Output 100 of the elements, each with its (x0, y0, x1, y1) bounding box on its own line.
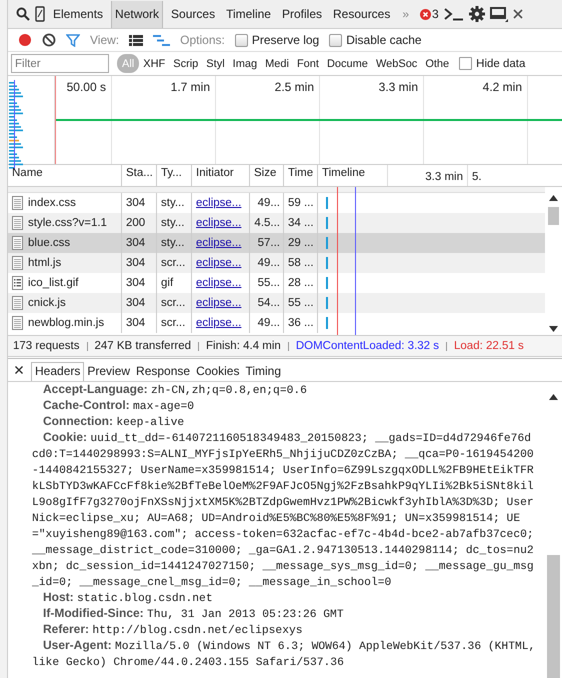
clear-icon[interactable] (42, 33, 56, 47)
close-icon[interactable] (15, 366, 23, 374)
request-time: 36 ... (288, 317, 314, 329)
status-code: 304 (126, 297, 146, 309)
error-count[interactable]: 3 (432, 7, 439, 21)
checkbox[interactable] (329, 34, 342, 46)
resource-type: scr... (161, 297, 186, 309)
column-header[interactable]: Time (284, 165, 318, 186)
request-time: 59 ... (288, 197, 314, 209)
file-icon (12, 256, 23, 270)
column-header[interactable]: Size (250, 165, 284, 186)
checkbox[interactable] (234, 34, 248, 46)
file-name: cnick.js (28, 297, 66, 309)
file-icon (12, 236, 23, 250)
file-name: newblog.min.js (28, 317, 104, 329)
scrollbar-thumb[interactable] (547, 555, 560, 678)
initiator-link[interactable]: eclipse... (196, 297, 242, 309)
detail-tab[interactable]: Preview (84, 362, 134, 381)
initiator-link[interactable]: eclipse... (196, 237, 242, 249)
time-tick: 3.3 min (378, 80, 418, 94)
panel-tab[interactable]: Network (111, 0, 164, 28)
list-view-icon[interactable] (129, 34, 144, 46)
panel-tab[interactable]: Timeline (223, 0, 274, 28)
header-line: Connection: keep-alive (42, 414, 186, 430)
panel-tab[interactable]: Sources (168, 0, 218, 28)
request-row[interactable]: html.js 304 scr... eclipse... 49... 58 ... (8, 253, 545, 273)
file-icon (12, 216, 23, 230)
request-time: 28 ... (288, 277, 314, 289)
column-header[interactable]: Timeline (318, 165, 388, 186)
status-code: 304 (126, 257, 146, 269)
status-text: DOMContentLoaded: 3.32 s (296, 340, 440, 352)
scrollbar-thumb[interactable] (548, 207, 559, 225)
view-label: View: (90, 33, 120, 47)
resource-size: 55... (258, 277, 280, 289)
record-icon[interactable] (18, 33, 32, 47)
column-header[interactable]: Ty... (157, 165, 192, 186)
detail-tab[interactable]: Headers (31, 362, 84, 381)
type-filter[interactable]: Scrip (169, 54, 202, 73)
settings-icon[interactable] (468, 6, 485, 22)
options-label: Options: (180, 33, 225, 47)
filter-field[interactable]: Filter (11, 54, 109, 73)
type-filter[interactable]: WebSoc (372, 54, 422, 73)
dock-icon[interactable] (490, 6, 508, 22)
waterfall-view-icon[interactable] (153, 34, 170, 46)
checkbox-label: Hide data (476, 58, 526, 70)
status-text: Load: 22.51 s (454, 340, 524, 352)
scroll-up-icon[interactable] (549, 394, 558, 400)
column-header[interactable]: Sta... (122, 165, 157, 186)
panel-tab[interactable]: Elements (50, 0, 106, 28)
type-filter[interactable]: Docume (322, 54, 372, 73)
resource-size: 57... (258, 237, 280, 249)
type-filter[interactable]: Styl (202, 54, 229, 73)
detail-tab[interactable]: Cookies (193, 362, 242, 381)
type-filter[interactable]: Medi (261, 54, 293, 73)
type-filter[interactable]: XHF (139, 54, 170, 73)
resource-type: scr... (161, 317, 186, 329)
initiator-link[interactable]: eclipse... (196, 197, 242, 209)
checkbox-label: Preserve log (252, 33, 320, 47)
initiator-link[interactable]: eclipse... (196, 317, 242, 329)
status-code: 304 (126, 237, 146, 249)
resource-size: 49... (258, 257, 280, 269)
initiator-link[interactable]: eclipse... (196, 277, 242, 289)
file-name: blue.css (28, 237, 70, 249)
header-line: Cache-Control: max-age=0 (42, 398, 196, 414)
resource-size: 49... (258, 197, 280, 209)
mobile-device-icon[interactable] (35, 6, 45, 22)
detail-tab[interactable]: Response (133, 362, 194, 381)
request-time: 58 ... (288, 257, 314, 269)
detail-tab[interactable]: Timing (242, 362, 284, 381)
close-icon[interactable] (512, 9, 523, 19)
type-filter[interactable]: Imag (228, 54, 262, 73)
time-tick: 1.7 min (170, 80, 210, 94)
type-filter[interactable]: Font (292, 54, 323, 73)
search-icon[interactable] (16, 7, 30, 21)
status-text: Finish: 4.4 min (206, 340, 281, 352)
console-icon[interactable] (444, 7, 464, 21)
panel-tab[interactable]: Resources (330, 0, 394, 28)
header-line: Accept-Language: zh-CN,zh;q=0.8,en;q=0.6 (42, 382, 308, 398)
time-tick: 2.5 min (274, 80, 314, 94)
status-code: 304 (126, 197, 146, 209)
request-row[interactable]: style.css?v=1.1 200 sty... eclipse... 4.5... 34 ... (8, 213, 545, 233)
file-name: style.css?v=1.1 (28, 217, 107, 229)
checkbox-label: Disable cache (346, 33, 422, 47)
request-row[interactable]: blue.css 304 sty... eclipse... 57... 29 ... (8, 233, 545, 253)
scroll-down-icon[interactable] (549, 326, 558, 332)
filter-icon[interactable] (66, 34, 80, 46)
status-text: 247 KB transferred (94, 340, 192, 352)
column-header[interactable]: Name (8, 165, 122, 186)
panel-tab[interactable]: Profiles (278, 0, 325, 28)
initiator-link[interactable]: eclipse... (196, 257, 242, 269)
resource-type: sty... (161, 197, 184, 209)
initiator-link[interactable]: eclipse... (196, 217, 242, 229)
column-header[interactable]: Initiator (192, 165, 250, 186)
scroll-up-icon[interactable] (549, 195, 558, 201)
time-tick: 4.2 min (482, 80, 522, 94)
request-row[interactable]: cnick.js 304 scr... eclipse... 54... 55 ... (8, 293, 545, 313)
resource-size: 49... (258, 317, 280, 329)
request-time: 29 ... (288, 237, 314, 249)
type-filter[interactable]: Othe (421, 54, 454, 73)
checkbox[interactable] (459, 57, 472, 70)
